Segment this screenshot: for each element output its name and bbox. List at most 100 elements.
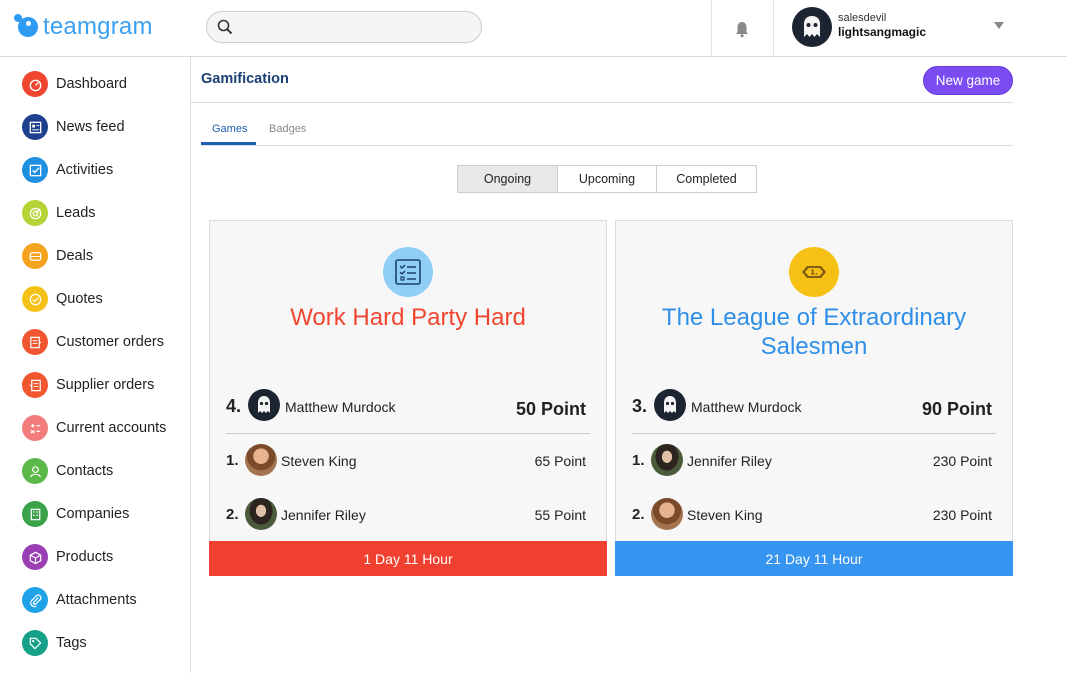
avatar [245,498,277,530]
sidebar-item-quotes[interactable]: Quotes [22,286,103,312]
page-title: Gamification [201,71,289,87]
checklist-icon [395,259,421,285]
game-icon-badge [383,247,433,297]
ghost-avatar-icon [248,389,280,421]
sidebar-item-attachments[interactable]: Attachments [22,587,137,613]
leaderboard-row: 2. Steven King 230 Point [632,498,992,530]
medal-icon: 1. [802,266,826,278]
notification-bell-icon[interactable] [733,20,751,38]
sidebar-item-customer-orders[interactable]: Customer orders [22,329,164,355]
products-icon [22,544,48,570]
player-points: 230 Point [932,453,992,469]
my-name: Matthew Murdock [285,399,396,415]
sidebar-item-label: Tags [56,635,87,651]
current-accounts-icon [22,415,48,441]
search-icon [217,19,233,35]
my-name: Matthew Murdock [691,399,802,415]
sidebar-item-companies[interactable]: Companies [22,501,129,527]
contacts-icon [22,458,48,484]
news-feed-icon [22,114,48,140]
avatar [651,498,683,530]
game-card[interactable]: Work Hard Party Hard 4. Matthew Murdock … [209,220,607,576]
companies-icon [22,501,48,527]
rank: 2. [632,506,645,523]
divider [711,0,712,57]
teamgram-logo[interactable]: teamgram [14,13,153,41]
leaderboard-row: 1. Steven King 65 Point [226,444,586,476]
rank: 2. [226,506,239,523]
game-title[interactable]: Work Hard Party Hard [220,303,596,332]
sidebar-item-leads[interactable]: Leads [22,200,96,226]
user-menu-caret-icon[interactable] [994,22,1004,29]
player-points: 65 Point [534,453,586,469]
sidebar-item-label: Companies [56,506,130,522]
user-account: salesdevil [838,12,887,24]
sidebar-item-products[interactable]: Products [22,544,113,570]
dashboard-icon [22,71,48,97]
sidebar: Dashboard News feed Activities Leads Deals Qu… [0,57,191,673]
sidebar-item-label: Deals [56,248,94,264]
player-name: Jennifer Riley [687,453,772,469]
sidebar-item-label: News feed [56,119,125,135]
avatar [651,444,683,476]
sidebar-item-label: Contacts [56,463,114,479]
ghost-avatar-icon [804,16,820,37]
my-rank: 4. [226,396,242,416]
player-name: Jennifer Riley [281,507,366,523]
player-name: Steven King [687,507,763,523]
sidebar-item-tags[interactable]: Tags [22,630,87,656]
sidebar-item-label: Activities [56,162,114,178]
top-bar: teamgram salesdevil lightsangmagic [0,0,1067,57]
sidebar-item-label: Customer orders [56,334,164,350]
sidebar-item-label: Current accounts [56,420,167,436]
segment-upcoming[interactable]: Upcoming [557,165,657,193]
sidebar-item-current-accounts[interactable]: Current accounts [22,415,166,441]
sidebar-item-label: Quotes [56,291,103,307]
divider [191,102,1013,103]
segment-ongoing[interactable]: Ongoing [457,165,558,193]
new-game-button[interactable]: New game [923,66,1013,95]
leaderboard-row: 2. Jennifer Riley 55 Point [226,498,586,530]
my-rank: 3. [632,396,648,416]
ghost-avatar-icon [654,389,686,421]
tab-games[interactable]: Games [212,123,247,135]
divider [773,0,774,57]
my-points: 90 Point [921,399,992,419]
user-name: lightsangmagic [838,25,927,39]
time-remaining-bar: 1 Day 11 Hour [209,541,607,576]
rank: 1. [226,452,239,469]
user-avatar[interactable] [792,7,832,47]
sidebar-item-dashboard[interactable]: Dashboard [22,71,127,97]
sidebar-item-supplier-orders[interactable]: Supplier orders [22,372,154,398]
time-remaining-bar: 21 Day 11 Hour [615,541,1013,576]
player-points: 55 Point [534,507,586,523]
sidebar-item-deals[interactable]: Deals [22,243,93,269]
sidebar-item-contacts[interactable]: Contacts [22,458,113,484]
avatar [245,444,277,476]
sidebar-item-label: Leads [56,205,96,221]
svg-text:1.: 1. [810,269,818,277]
game-title[interactable]: The League of Extraordinary Salesmen [626,303,1002,361]
customer-orders-icon [22,329,48,355]
search-box[interactable] [206,11,482,43]
logo-fish-icon [14,14,38,37]
rank: 1. [632,452,645,469]
logo-text: teamgram [43,13,153,40]
sidebar-item-news-feed[interactable]: News feed [22,114,125,140]
deals-icon [22,243,48,269]
divider [226,433,590,434]
leads-icon [22,200,48,226]
leaderboard-row: 1. Jennifer Riley 230 Point [632,444,992,476]
supplier-orders-icon [22,372,48,398]
my-points: 50 Point [515,399,586,419]
search-input[interactable] [241,16,471,38]
game-card[interactable]: 1. The League of Extraordinary Salesmen … [615,220,1013,576]
attachments-icon [22,587,48,613]
divider [632,433,996,434]
player-name: Steven King [281,453,357,469]
sidebar-item-activities[interactable]: Activities [22,157,113,183]
tab-badges[interactable]: Badges [269,123,306,135]
divider [201,145,1013,146]
sidebar-item-label: Attachments [56,592,137,608]
segment-completed[interactable]: Completed [656,165,757,193]
